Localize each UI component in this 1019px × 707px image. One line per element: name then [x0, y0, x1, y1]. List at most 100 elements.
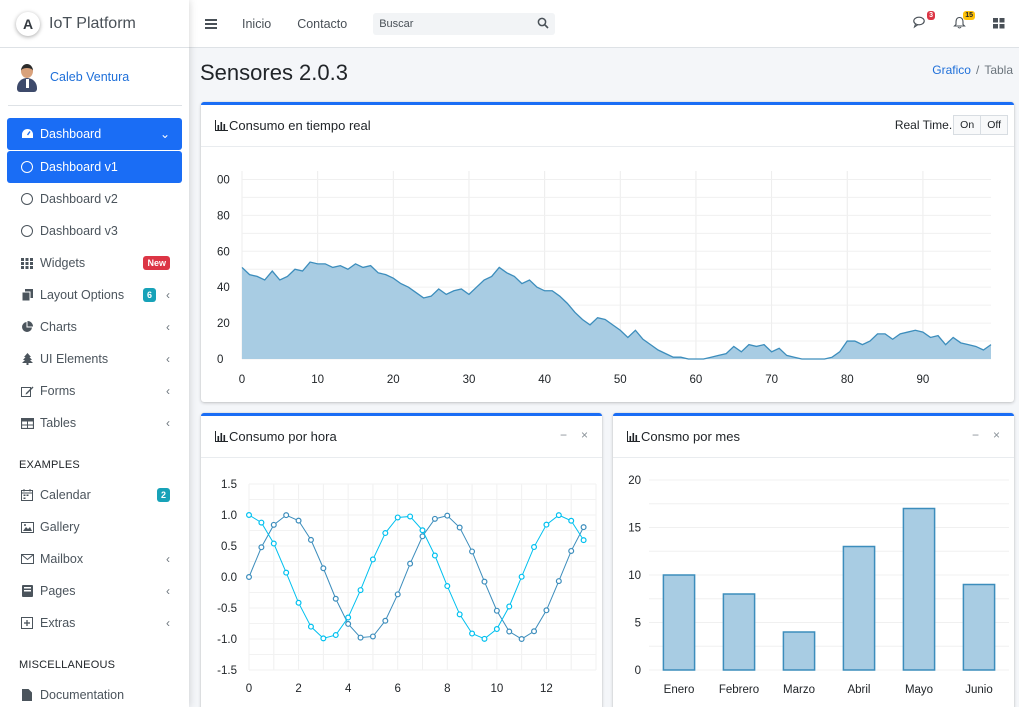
- series-point-cos: [407, 513, 414, 520]
- series-point-sin: [307, 536, 314, 543]
- card-header: Consmo por mes − ×: [613, 416, 1014, 458]
- sidebar-item-extras[interactable]: Extras ‹: [7, 607, 182, 639]
- card-header: Consumo por hora − ×: [201, 416, 602, 458]
- avatar[interactable]: [16, 62, 38, 92]
- user-panel: Caleb Ventura: [8, 48, 182, 106]
- sidebar-item-forms[interactable]: Forms ‹: [7, 375, 182, 407]
- bar-chart-icon: [627, 431, 640, 442]
- notifications-button[interactable]: 15: [953, 11, 975, 30]
- y-tick-label: 40: [217, 282, 230, 294]
- chevron-left-icon: ‹: [166, 552, 170, 566]
- series-point-cos: [307, 623, 314, 630]
- y-tick-label: -1.0: [217, 634, 237, 646]
- sidebar-item-dashboard-v3[interactable]: Dashboard v3: [7, 215, 182, 247]
- examples-header: EXAMPLES: [19, 459, 80, 471]
- envelope-icon: [20, 552, 34, 566]
- series-point-cos: [580, 537, 587, 544]
- sidebar-item-label: Mailbox: [40, 552, 84, 566]
- series-point-sin: [568, 547, 575, 554]
- realtime-on-button[interactable]: On: [953, 115, 982, 135]
- sidebar-item-ui-elements[interactable]: UI Elements ‹: [7, 343, 182, 375]
- x-tick-label: Enero: [664, 684, 695, 696]
- chevron-down-icon: ⌄: [159, 127, 170, 141]
- bar: [782, 631, 816, 671]
- nav-link-contacto[interactable]: Contacto: [297, 17, 347, 31]
- series-point-sin: [245, 573, 252, 580]
- x-tick-label: 10: [311, 374, 324, 386]
- user-name-link[interactable]: Caleb Ventura: [50, 70, 129, 84]
- series-point-cos: [444, 583, 451, 590]
- sidebar-item-label: Tables: [40, 416, 77, 430]
- th-large-icon: [993, 18, 1005, 29]
- y-tick-label: 10: [628, 570, 641, 582]
- y-tick-label: 0.0: [221, 572, 237, 584]
- realtime-area-chart: 0 10 20 30 40 50 60 70 80 90 00 80 60 40 20 0: [217, 171, 992, 386]
- x-tick-label: 2: [295, 683, 301, 695]
- chevron-left-icon: ‹: [166, 384, 170, 398]
- search-input[interactable]: [379, 17, 530, 30]
- sidebar-item-dashboard-v1[interactable]: Dashboard v1: [7, 151, 182, 183]
- sidebar-item-calendar[interactable]: Calendar 2: [7, 479, 182, 511]
- close-button[interactable]: ×: [581, 428, 588, 442]
- sidebar-item-label: Forms: [40, 384, 76, 398]
- new-badge: New: [143, 256, 170, 270]
- sidebar-item-pages[interactable]: Pages ‹: [7, 575, 182, 607]
- nav-link-inicio[interactable]: Inicio: [242, 17, 271, 31]
- x-tick-label: 80: [841, 374, 854, 386]
- close-button[interactable]: ×: [993, 428, 1000, 442]
- book-icon: [20, 584, 34, 598]
- sidebar-item-gallery[interactable]: Gallery: [7, 511, 182, 543]
- y-tick-label: 20: [628, 475, 641, 487]
- realtime-off-button[interactable]: Off: [981, 115, 1008, 135]
- chevron-left-icon: ‹: [166, 616, 170, 630]
- y-tick-label: 15: [628, 523, 641, 535]
- series-point-cos: [283, 569, 290, 576]
- brand-link[interactable]: A IoT Platform: [0, 0, 189, 48]
- sidebar-item-label: Dashboard v2: [40, 192, 118, 206]
- misc-header: MISCELLANEOUS: [19, 659, 116, 671]
- series-point-cos: [394, 514, 401, 521]
- sidebar-item-label: Dashboard v3: [40, 224, 118, 238]
- series-point-cos: [245, 511, 252, 518]
- x-tick-label: 4: [345, 683, 352, 695]
- series-point-cos: [332, 632, 339, 639]
- sidebar-item-widgets[interactable]: Widgets New: [7, 247, 182, 279]
- series-point-cos: [295, 599, 302, 606]
- x-tick-label: 8: [444, 683, 450, 695]
- circle-icon: [20, 224, 34, 238]
- sidebar-item-label: Calendar: [40, 488, 91, 502]
- sidebar-item-dashboard[interactable]: Dashboard ⌄: [7, 118, 182, 150]
- tachometer-icon: [20, 127, 34, 141]
- sidebar-item-layout-options[interactable]: Layout Options 6 ‹: [7, 279, 182, 311]
- y-tick-label: 20: [217, 318, 230, 330]
- series-point-sin: [394, 591, 401, 598]
- search-box: [373, 12, 556, 35]
- minimize-button[interactable]: −: [972, 428, 979, 442]
- sidebar-item-mailbox[interactable]: Mailbox ‹: [7, 543, 182, 575]
- breadcrumb-link-grafico[interactable]: Grafico: [932, 63, 971, 77]
- series-point-sin: [357, 634, 364, 641]
- minimize-button[interactable]: −: [560, 428, 567, 442]
- sidebar-item-dashboard-v2[interactable]: Dashboard v2: [7, 183, 182, 215]
- content-header: Sensores 2.0.3: [200, 60, 348, 86]
- chevron-left-icon: ‹: [166, 288, 170, 302]
- x-tick-label: Mayo: [905, 684, 933, 696]
- bar-chart-icon: [215, 120, 228, 131]
- hamburger-menu-icon[interactable]: [205, 18, 217, 29]
- series-point-sin: [382, 617, 389, 624]
- series-point-sin: [431, 515, 438, 522]
- realtime-label: Real Time.: [894, 118, 953, 132]
- sidebar-item-charts[interactable]: Charts ‹: [7, 311, 182, 343]
- apps-button[interactable]: [993, 16, 1009, 30]
- sidebar: A IoT Platform Caleb Ventura Dashboard ⌄…: [0, 0, 189, 707]
- sidebar-item-tables[interactable]: Tables ‹: [7, 407, 182, 439]
- sidebar-item-label: Widgets: [40, 256, 86, 270]
- messages-button[interactable]: 3: [913, 11, 935, 30]
- sidebar-item-documentation[interactable]: Documentation: [7, 679, 182, 707]
- plus-square-icon: [20, 616, 34, 630]
- series-point-sin: [295, 517, 302, 524]
- sidebar-item-label: Charts: [40, 320, 77, 334]
- card-header: Consumo en tiempo real Real Time. On Off: [201, 105, 1014, 147]
- series-point-sin: [320, 565, 327, 572]
- search-icon[interactable]: [537, 17, 549, 29]
